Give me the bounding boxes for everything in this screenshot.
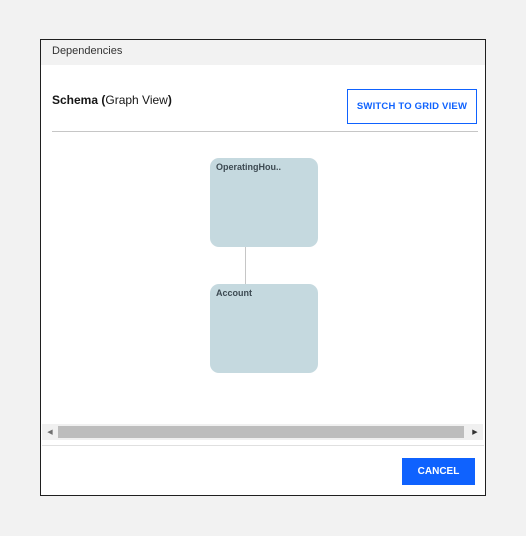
footer-divider: [42, 445, 484, 446]
graph-node-label: OperatingHou..: [216, 162, 281, 172]
schema-title-view: Graph View: [105, 93, 168, 107]
cancel-button[interactable]: CANCEL: [402, 458, 475, 485]
dialog-title: Dependencies: [52, 45, 123, 57]
scrollbar-thumb[interactable]: [58, 426, 464, 438]
dialog-header: Dependencies: [41, 40, 485, 65]
scroll-right-arrow-icon[interactable]: ▶: [467, 424, 483, 440]
graph-node-label: Account: [216, 288, 252, 298]
graph-node-account[interactable]: Account: [210, 284, 318, 373]
schema-title-close: ): [167, 93, 172, 107]
dependencies-dialog: Dependencies Schema (Graph View) SWITCH …: [40, 39, 486, 496]
graph-canvas[interactable]: OperatingHou.. Account: [41, 132, 485, 424]
switch-to-grid-view-button[interactable]: SWITCH TO GRID VIEW: [347, 89, 477, 124]
horizontal-scrollbar[interactable]: ◀ ▶: [42, 424, 483, 440]
graph-node-operating-hours[interactable]: OperatingHou..: [210, 158, 318, 247]
scroll-left-arrow-icon[interactable]: ◀: [42, 424, 58, 440]
schema-title-bold: Schema (: [52, 93, 106, 107]
schema-title: Schema (Graph View): [52, 93, 172, 107]
graph-edge: [245, 247, 246, 284]
